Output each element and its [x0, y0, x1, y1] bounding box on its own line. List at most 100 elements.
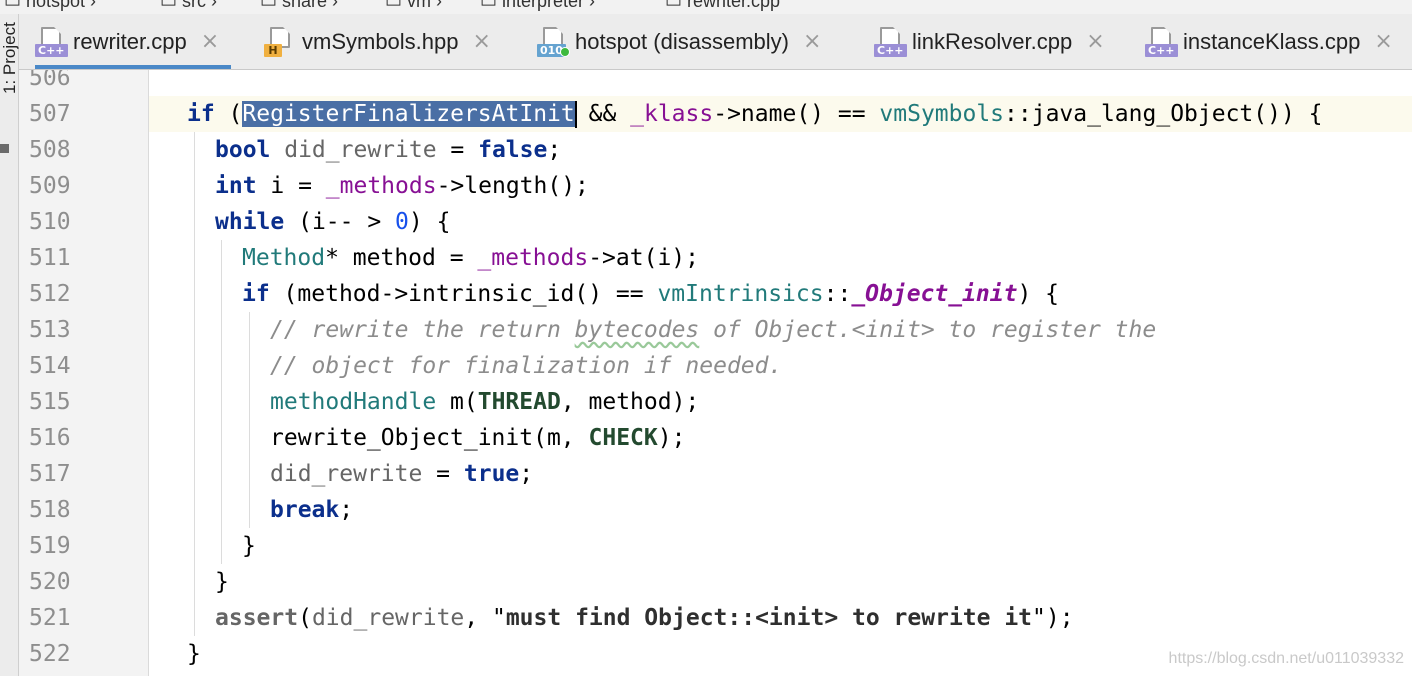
line-number: 515 — [29, 389, 71, 415]
code-line[interactable]: Method* method = _methods->at(i); — [149, 240, 1412, 276]
code-text: ; — [519, 461, 534, 487]
close-icon[interactable]: × — [201, 29, 219, 54]
code-type: Method — [242, 245, 326, 271]
code-text: } — [187, 641, 201, 667]
code-comment: // object for finalization if needed. — [270, 353, 783, 379]
close-icon[interactable]: × — [1086, 29, 1104, 54]
tab-label: hotspot (disassembly) — [575, 28, 789, 54]
code-text: ::java_lang_Object()) { — [1004, 101, 1323, 127]
code-number: 0 — [395, 209, 409, 235]
code-string: must find Object::<init> to rewrite it — [505, 605, 1033, 631]
line-number: 509 — [29, 173, 71, 199]
code-keyword: false — [478, 137, 548, 163]
code-line[interactable] — [149, 70, 1412, 96]
tab-instanceklass-cpp[interactable]: C++ instanceKlass.cpp × — [1145, 14, 1393, 69]
code-text: ->at(i); — [588, 245, 699, 271]
line-number: 508 — [29, 137, 71, 163]
line-number: 510 — [29, 209, 71, 235]
code-type: vmIntrinsics — [657, 281, 824, 307]
tab-hotspot-disassembly[interactable]: 010 hotspot (disassembly) × — [537, 14, 821, 69]
line-number: 519 — [29, 533, 71, 559]
tab-vmsymbols-hpp[interactable]: H vmSymbols.hpp × — [264, 14, 491, 69]
code-comment: // rewrite the return — [270, 317, 575, 343]
close-icon[interactable]: × — [473, 29, 491, 54]
breadcrumb-segment[interactable]: ▭ src › — [160, 0, 217, 12]
watermark: https://blog.csdn.net/u011039332 — [1168, 650, 1404, 667]
code-unused-variable: did_rewrite — [270, 461, 423, 487]
code-line[interactable]: if (method->intrinsic_id() == vmIntrinsi… — [149, 276, 1412, 312]
code-comment-typo: bytecodes — [574, 317, 700, 343]
line-number: 517 — [29, 461, 71, 487]
code-text: = — [436, 137, 479, 163]
code-text: ; — [547, 137, 562, 163]
line-number: 511 — [29, 245, 71, 271]
code-keyword: int — [215, 173, 257, 199]
code-keyword: if — [242, 281, 270, 307]
code-keyword: true — [463, 461, 520, 487]
tab-linkresolver-cpp[interactable]: C++ linkResolver.cpp × — [874, 14, 1105, 69]
code-text: } — [215, 569, 229, 595]
breadcrumb-segment[interactable]: ▭ vm › — [385, 0, 442, 12]
code-line[interactable]: } — [149, 564, 1412, 600]
code-text: ) { — [408, 209, 451, 235]
code-line[interactable]: rewrite_Object_init(m, CHECK); — [149, 420, 1412, 456]
code-text: ; — [339, 497, 354, 523]
code-line[interactable]: assert(did_rewrite, "must find Object::<… — [149, 600, 1412, 636]
code-line[interactable]: did_rewrite = true; — [149, 456, 1412, 492]
code-line[interactable]: methodHandle m(THREAD, method); — [149, 384, 1412, 420]
code-text: ( — [214, 101, 243, 127]
selected-identifier[interactable]: RegisterFinalizersAtInit — [242, 101, 575, 127]
line-number: 522 — [29, 641, 71, 667]
code-line[interactable]: int i = _methods->length(); — [149, 168, 1412, 204]
code-text: rewrite_Object_init(m, — [270, 425, 589, 451]
code-member: _klass — [630, 101, 714, 127]
breadcrumb-segment[interactable]: ▭ share › — [260, 0, 338, 12]
code-line[interactable]: } — [149, 528, 1412, 564]
code-keyword: bool — [215, 137, 271, 163]
code-line[interactable]: bool did_rewrite = false; — [149, 132, 1412, 168]
tab-label: rewriter.cpp — [73, 28, 187, 54]
code-keyword: while — [215, 209, 285, 235]
close-icon[interactable]: × — [1374, 29, 1392, 54]
code-line-current[interactable]: if (RegisterFinalizersAtInit && _klass->… — [149, 96, 1412, 132]
code-text: (i-- > — [284, 209, 396, 235]
line-number: 521 — [29, 605, 71, 631]
code-text: ); — [657, 425, 686, 451]
line-number: 518 — [29, 497, 71, 523]
tab-rewriter-cpp[interactable]: C++ rewriter.cpp × — [35, 14, 232, 69]
code-line[interactable]: break; — [149, 492, 1412, 528]
breadcrumb-segment[interactable]: ▭ rewriter.cpp — [665, 0, 780, 12]
code-member: _methods — [477, 245, 589, 271]
line-number: 507 — [29, 101, 71, 127]
cpp-file-icon: C++ — [1145, 26, 1178, 57]
code-line[interactable]: // object for finalization if needed. — [149, 348, 1412, 384]
code-text: m( — [436, 389, 478, 415]
breadcrumb-segment[interactable]: ▭ interpreter › — [480, 0, 595, 12]
code-line[interactable]: while (i-- > 0) { — [149, 204, 1412, 240]
line-number-gutter[interactable]: 506 507 508 509 510 511 512 513 514 515 … — [19, 70, 149, 676]
header-file-icon: H — [264, 26, 294, 57]
code-text: && — [574, 101, 631, 127]
code-keyword: if — [187, 101, 215, 127]
breadcrumb-segment[interactable]: ▭ hotspot › — [4, 0, 96, 12]
code-text: } — [242, 533, 256, 559]
code-comment: of Object.<init> to register the — [699, 317, 1157, 343]
code-text: = — [422, 461, 464, 487]
project-tool-button[interactable]: 1: Project — [0, 22, 20, 94]
editor-tab-bar: C++ rewriter.cpp × H vmSymbols.hpp × 010… — [19, 14, 1412, 70]
tab-label: instanceKlass.cpp — [1183, 28, 1361, 54]
code-function: assert — [215, 605, 299, 631]
line-number: 516 — [29, 425, 71, 451]
cpp-file-icon: C++ — [35, 26, 68, 57]
code-type: vmSymbols — [879, 101, 1005, 127]
code-type: methodHandle — [270, 389, 437, 415]
line-number: 520 — [29, 569, 71, 595]
line-number: 513 — [29, 317, 71, 343]
code-text: ->name() == — [713, 101, 880, 127]
code-text: (method->intrinsic_id() == — [269, 281, 658, 307]
close-icon[interactable]: × — [803, 29, 821, 54]
code-editor[interactable]: 506 507 508 509 510 511 512 513 514 515 … — [19, 70, 1412, 676]
structure-marker-icon — [0, 144, 9, 153]
code-line[interactable]: // rewrite the return bytecodes of Objec… — [149, 312, 1412, 348]
code-keyword: break — [270, 497, 340, 523]
